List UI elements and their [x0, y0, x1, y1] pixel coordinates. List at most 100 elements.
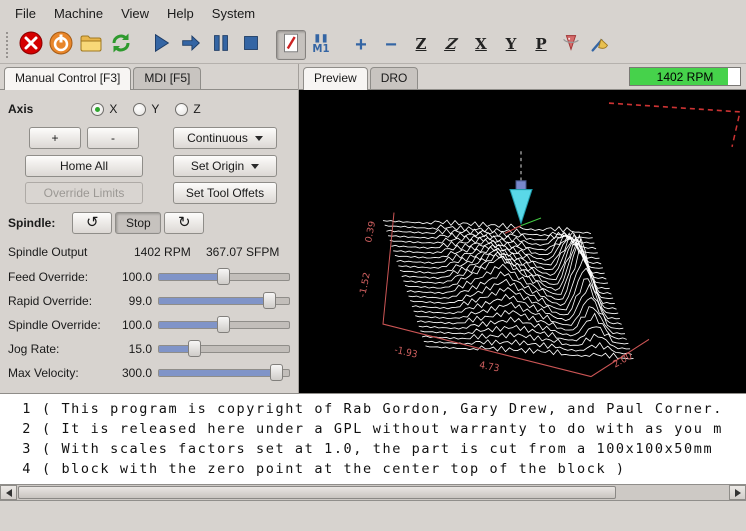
optional-pause-toggle[interactable]: M1 — [306, 30, 336, 60]
slider-thumb[interactable] — [263, 292, 276, 309]
view-z-rotated-button[interactable]: Z — [436, 30, 466, 60]
set-tool-offsets-button[interactable]: Set Tool Offets — [173, 182, 277, 204]
axis-radio-y[interactable]: Y — [133, 102, 159, 116]
stop-button[interactable] — [236, 30, 266, 60]
run-icon — [149, 31, 173, 58]
machine-power-button[interactable] — [46, 30, 76, 60]
max-velocity-value: 300.0 — [108, 366, 152, 380]
zoom-in-button[interactable]: + — [346, 30, 376, 60]
home-all-button[interactable]: Home All — [25, 155, 143, 177]
view-z-button[interactable]: Z — [406, 30, 436, 60]
clear-plot-button[interactable] — [586, 30, 616, 60]
tab-preview-label: Preview — [314, 71, 357, 85]
linuxcnc-axis-window: File Machine View Help System — [0, 0, 746, 531]
gcode-line[interactable]: 4 ( block with the zero point at the cen… — [8, 459, 746, 479]
menu-machine[interactable]: Machine — [45, 2, 112, 25]
axis-z-label: Z — [193, 102, 200, 116]
run-step-button[interactable] — [176, 30, 206, 60]
estop-icon — [18, 30, 44, 59]
tab-manual-control[interactable]: Manual Control [F3] — [4, 67, 131, 90]
preview-panel: Preview DRO 1402 RPM 0.39 -1.52 -1.93 4.… — [299, 64, 746, 393]
toolbar: M1 + − Z Z X Y P — [0, 26, 746, 64]
menu-file[interactable]: File — [6, 2, 45, 25]
gcode-line[interactable]: 2 ( It is released here under a GPL with… — [8, 419, 746, 439]
status-strip — [0, 501, 746, 531]
jog-plus-button[interactable]: + — [29, 127, 81, 149]
reload-button[interactable] — [106, 30, 136, 60]
pause-button[interactable] — [206, 30, 236, 60]
override-limits-button[interactable]: Override Limits — [25, 182, 143, 204]
scrollbar-track[interactable] — [17, 485, 729, 500]
left-tab-bar: Manual Control [F3] MDI [F5] — [0, 64, 298, 90]
skip-lines-toggle[interactable] — [276, 30, 306, 60]
rapid-override-slider[interactable] — [158, 290, 290, 312]
gcode-line-text: ( This program is copyright of Rab Gordo… — [42, 401, 723, 417]
spindle-rpm-badge: 1402 RPM — [629, 67, 741, 86]
slider-thumb[interactable] — [270, 364, 283, 381]
arrow-right-icon — [735, 489, 741, 497]
scrollbar-thumb[interactable] — [18, 486, 616, 499]
toolpath-preview[interactable]: 0.39 -1.52 -1.93 4.73 2.00 — [299, 90, 746, 393]
run-button[interactable] — [146, 30, 176, 60]
open-file-button[interactable] — [76, 30, 106, 60]
broom-icon — [589, 31, 613, 58]
limits-offsets-row: Override Limits Set Tool Offets — [0, 179, 298, 206]
spindle-override-label: Spindle Override: — [8, 318, 102, 332]
zoom-out-button[interactable]: − — [376, 30, 406, 60]
spindle-stop-button[interactable]: Stop — [115, 212, 161, 234]
tab-manual-label: Manual Control [F3] — [15, 71, 120, 85]
menu-system[interactable]: System — [203, 2, 264, 25]
spindle-output-label: Spindle Output — [8, 245, 134, 259]
rapid-override-label: Rapid Override: — [8, 294, 102, 308]
arrow-left-icon — [6, 489, 12, 497]
axis-radio-z[interactable]: Z — [175, 102, 200, 116]
view-x-button[interactable]: X — [466, 30, 496, 60]
slider-fill — [159, 298, 270, 304]
radio-button-icon — [175, 103, 188, 116]
gcode-line[interactable]: 1 ( This program is copyright of Rab Gor… — [8, 399, 746, 419]
feed-override-label: Feed Override: — [8, 270, 102, 284]
slider-thumb[interactable] — [217, 316, 230, 333]
feed-override-row: Feed Override: 100.0 — [0, 265, 298, 289]
estop-button[interactable] — [16, 30, 46, 60]
chevron-down-icon — [251, 164, 259, 169]
gcode-horizontal-scrollbar[interactable] — [0, 484, 746, 501]
scroll-left-button[interactable] — [0, 485, 17, 500]
feed-override-slider[interactable] — [158, 266, 290, 288]
jog-rate-slider[interactable] — [158, 338, 290, 360]
max-velocity-row: Max Velocity: 300.0 — [0, 361, 298, 385]
control-panel: Manual Control [F3] MDI [F5] Axis X Y — [0, 64, 299, 393]
manual-control-panel: Axis X Y Z — [0, 90, 298, 393]
slider-thumb[interactable] — [188, 340, 201, 357]
spindle-override-slider[interactable] — [158, 314, 290, 336]
svg-text:M1: M1 — [312, 44, 329, 55]
toolbar-drag-handle[interactable] — [6, 32, 10, 58]
extent-label-z-max: 0.39 — [364, 220, 378, 244]
menu-view[interactable]: View — [112, 2, 158, 25]
optional-pause-icon: M1 — [309, 31, 333, 58]
max-velocity-slider[interactable] — [158, 362, 290, 384]
step-arrow-icon — [179, 31, 203, 58]
tab-dro[interactable]: DRO — [370, 67, 419, 89]
tab-mdi[interactable]: MDI [F5] — [133, 67, 201, 89]
spindle-reverse-button[interactable]: ↺ — [72, 212, 112, 234]
extent-label-y-size: 2.00 — [611, 350, 634, 370]
jog-mode-dropdown[interactable]: Continuous — [173, 127, 277, 149]
spindle-forward-button[interactable]: ↻ — [164, 212, 204, 234]
main-area: Manual Control [F3] MDI [F5] Axis X Y — [0, 64, 746, 393]
tab-preview[interactable]: Preview — [303, 67, 368, 90]
view-y-button[interactable]: Y — [496, 30, 526, 60]
menu-help[interactable]: Help — [158, 2, 203, 25]
rotate-view-button[interactable] — [556, 30, 586, 60]
jog-minus-button[interactable]: - — [87, 127, 139, 149]
axis-label: Axis — [8, 102, 33, 116]
skip-lines-icon — [279, 31, 303, 58]
spindle-output-row: Spindle Output 1402 RPM 367.07 SFPM — [0, 239, 298, 265]
rotate-cone-icon — [559, 31, 583, 58]
slider-thumb[interactable] — [217, 268, 230, 285]
view-perspective-button[interactable]: P — [526, 30, 556, 60]
gcode-line[interactable]: 3 ( With scales factors set at 1.0, the … — [8, 439, 746, 459]
axis-radio-x[interactable]: X — [91, 102, 117, 116]
scroll-right-button[interactable] — [729, 485, 746, 500]
set-origin-dropdown[interactable]: Set Origin — [173, 155, 277, 177]
